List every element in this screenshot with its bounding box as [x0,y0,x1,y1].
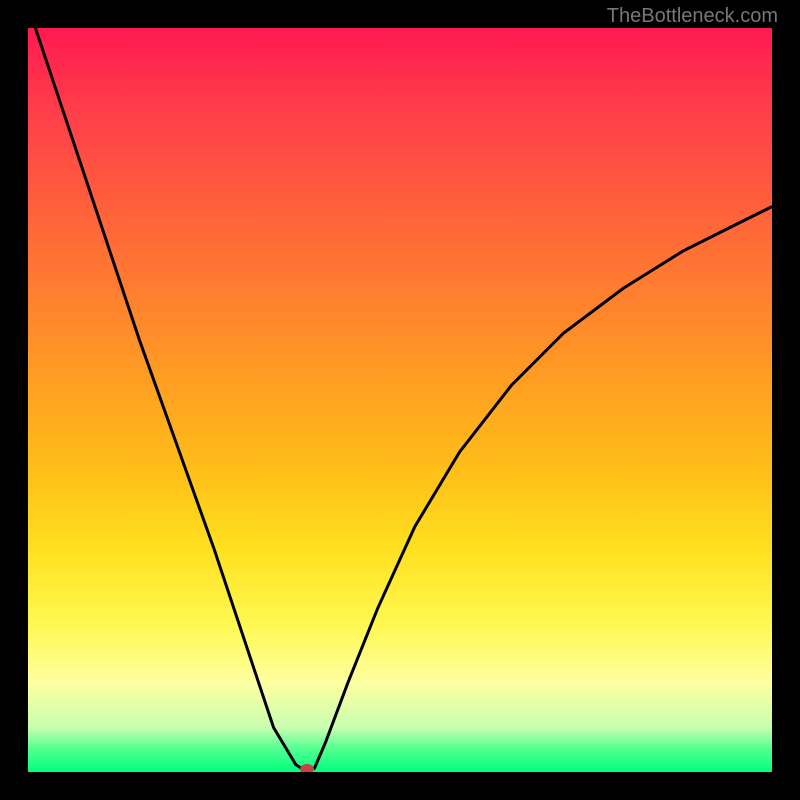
chart-marker [300,764,314,772]
chart-svg [28,28,772,772]
chart-curve [35,28,772,772]
chart-plot-area [28,28,772,772]
watermark-text: TheBottleneck.com [607,5,778,28]
